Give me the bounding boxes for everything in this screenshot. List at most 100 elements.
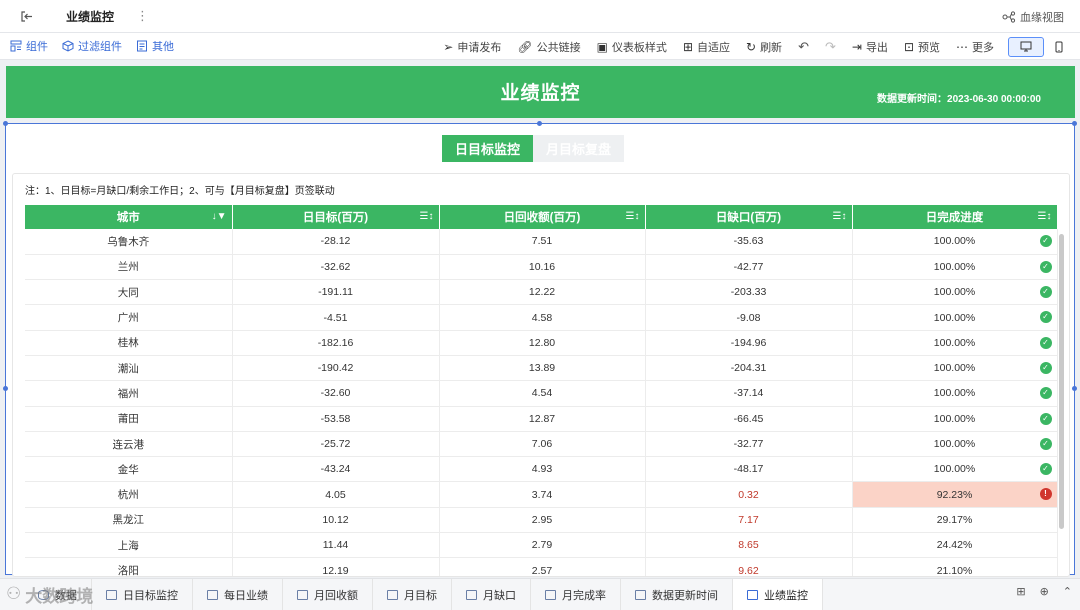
- resize-handle[interactable]: [3, 386, 8, 391]
- table-row[interactable]: 连云港 -25.72 7.06 -32.77 100.00% ✓: [25, 431, 1058, 458]
- table-cell: 3.74: [439, 481, 646, 508]
- table-row[interactable]: 杭州 4.05 3.74 0.32 92.23%!: [25, 481, 1058, 508]
- sort-icon[interactable]: ☰↕: [626, 211, 640, 222]
- cell-value: 金华: [117, 463, 139, 476]
- table-row[interactable]: 福州 -32.60 4.54 -37.14 100.00% ✓: [25, 380, 1058, 407]
- table-cell: -32.77: [645, 431, 853, 458]
- sheet-tab-monthly-completion[interactable]: 月完成率: [531, 578, 621, 610]
- table-cell: -190.42: [232, 355, 440, 382]
- sort-icon[interactable]: ☰↕: [833, 211, 847, 222]
- more-options-icon[interactable]: ⋮: [136, 8, 149, 24]
- mobile-view-button[interactable]: [1044, 37, 1074, 57]
- style-icon: ▣: [596, 39, 608, 54]
- sheet-tab-label: 日目标监控: [123, 589, 178, 602]
- table-cell: 13.89: [439, 355, 646, 382]
- more-button[interactable]: ⋯ 更多: [948, 39, 1002, 55]
- column-header[interactable]: 日回收额(百万) ☰↕: [439, 205, 646, 229]
- undo-icon[interactable]: ↶: [790, 39, 817, 55]
- tab-daily-target[interactable]: 日目标监控: [442, 135, 534, 162]
- selected-component-frame[interactable]: 日目标监控 月目标复盘 注：1、日目标=月缺口/剩余工作日；2、可与【月目标复盘…: [3, 121, 1077, 577]
- sheet-tab-performance-monitor[interactable]: 业绩监控: [733, 578, 823, 610]
- table-row[interactable]: 潮汕 -190.42 13.89 -204.31 100.00% ✓: [25, 355, 1058, 382]
- other-menu[interactable]: 其他: [136, 38, 174, 54]
- cell-value: 21.10%: [936, 564, 973, 577]
- cell-value: 100.00%: [933, 336, 976, 349]
- adaptive-button[interactable]: ⊞ 自适应: [675, 39, 738, 55]
- cell-value: -182.16: [317, 336, 354, 349]
- table-row[interactable]: 黑龙江 10.12 2.95 7.17 29.17%: [25, 507, 1058, 534]
- table-cell: 7.06: [439, 431, 646, 458]
- desktop-view-button[interactable]: [1008, 36, 1044, 57]
- table-row[interactable]: 乌鲁木齐 -28.12 7.51 -35.63 100.00% ✓: [25, 229, 1058, 255]
- component-menu[interactable]: 组件: [10, 38, 48, 54]
- sheet-tab-monthly-target[interactable]: 月目标: [373, 578, 452, 610]
- sheet-tab-daily-performance[interactable]: 每日业绩: [193, 578, 283, 610]
- resize-handle[interactable]: [1072, 386, 1077, 391]
- sheet-tab-monthly-recovery[interactable]: 月回收额: [283, 578, 373, 610]
- publish-button[interactable]: ➢ 申请发布: [435, 39, 509, 55]
- cell-value: 0.32: [738, 488, 759, 501]
- sort-icon[interactable]: ☰↕: [420, 211, 434, 222]
- table-row[interactable]: 莆田 -53.58 12.87 -66.45 100.00% ✓: [25, 406, 1058, 432]
- table-cell: 92.23%!: [852, 481, 1058, 508]
- table-cell: -37.14: [645, 380, 853, 407]
- sheet-tab-data[interactable]: 数据: [0, 578, 92, 610]
- cell-value: 12.19: [322, 564, 349, 577]
- refresh-button[interactable]: ↻ 刷新: [738, 39, 790, 55]
- table-row[interactable]: 金华 -43.24 4.93 -48.17 100.00% ✓: [25, 456, 1058, 483]
- filter-component-menu[interactable]: 过滤组件: [62, 38, 122, 54]
- more-icon: ⋯: [956, 39, 968, 54]
- column-header[interactable]: 日完成进度 ☰↕: [852, 205, 1058, 229]
- redo-icon[interactable]: ↷: [817, 39, 844, 55]
- filter-component-label: 过滤组件: [78, 41, 122, 53]
- table-cell: 100.00% ✓: [852, 229, 1058, 255]
- public-link-button[interactable]: 🔗︎ 公共链接: [509, 39, 588, 55]
- cell-value: 100.00%: [933, 463, 976, 476]
- table-row[interactable]: 广州 -4.51 4.58 -9.08 100.00% ✓: [25, 304, 1058, 331]
- back-icon[interactable]: [0, 0, 52, 33]
- column-header[interactable]: 日缺口(百万) ☰↕: [645, 205, 853, 229]
- sheet-tab-update-time[interactable]: 数据更新时间: [621, 578, 733, 610]
- sheet-tab-monthly-gap[interactable]: 月缺口: [452, 578, 531, 610]
- collapse-up-icon[interactable]: ⌃: [1063, 585, 1072, 598]
- table-row[interactable]: 上海 11.44 2.79 8.65 24.42%: [25, 532, 1058, 559]
- column-header-label: 日完成进度: [925, 212, 984, 224]
- chart-icon: [635, 589, 646, 600]
- resize-handle[interactable]: [1072, 121, 1077, 126]
- add-dashboard-icon[interactable]: ⊕: [1040, 585, 1049, 598]
- cell-value: 10.16: [528, 260, 556, 273]
- column-header[interactable]: 日目标(百万) ☰↕: [232, 205, 440, 229]
- sheet-tab-daily-target[interactable]: 日目标监控: [92, 578, 193, 610]
- column-header[interactable]: 城市 ↓▼: [25, 205, 233, 229]
- table-row[interactable]: 大同 -191.11 12.22 -203.33 100.00% ✓: [25, 279, 1058, 306]
- table-row[interactable]: 桂林 -182.16 12.80 -194.96 100.00% ✓: [25, 330, 1058, 356]
- cell-value: 连云港: [112, 438, 145, 451]
- table-cell: 桂林: [25, 330, 233, 356]
- table-cell: 12.22: [439, 279, 646, 306]
- add-component-icon[interactable]: ⊞: [1016, 585, 1025, 598]
- dashboard-style-button[interactable]: ▣ 仪表板样式: [589, 39, 675, 55]
- table-cell: 7.51: [439, 229, 646, 255]
- table-row[interactable]: 兰州 -32.62 10.16 -42.77 100.00% ✓: [25, 254, 1058, 281]
- preview-button[interactable]: ⊡ 预览: [896, 39, 948, 55]
- cell-value: 11.44: [322, 539, 349, 552]
- table-cell: 100.00% ✓: [852, 355, 1058, 382]
- resize-handle[interactable]: [3, 121, 8, 126]
- table-scrollbar[interactable]: [1059, 234, 1064, 529]
- dashboard-title[interactable]: 业绩监控: [66, 8, 114, 25]
- send-icon: ➢: [443, 39, 454, 54]
- export-button[interactable]: ⇥ 导出: [844, 39, 896, 55]
- sort-desc-icon[interactable]: ↓▼: [212, 211, 227, 222]
- table-row[interactable]: 洛阳 12.19 2.57 9.62 21.10%: [25, 557, 1058, 577]
- tab-monthly-review[interactable]: 月目标复盘: [533, 135, 625, 162]
- cell-value: -28.12: [320, 235, 351, 248]
- refresh-icon: ↻: [746, 39, 757, 54]
- refresh-label: 刷新: [760, 41, 783, 54]
- chart-icon: [297, 589, 308, 600]
- resize-handle[interactable]: [537, 121, 542, 126]
- lineage-view-button[interactable]: 血缘视图: [1002, 9, 1064, 25]
- sort-icon[interactable]: ☰↕: [1038, 211, 1052, 222]
- cell-value: -203.33: [730, 286, 767, 299]
- table-cell: 100.00% ✓: [852, 380, 1058, 407]
- cell-value: 12.22: [528, 286, 556, 299]
